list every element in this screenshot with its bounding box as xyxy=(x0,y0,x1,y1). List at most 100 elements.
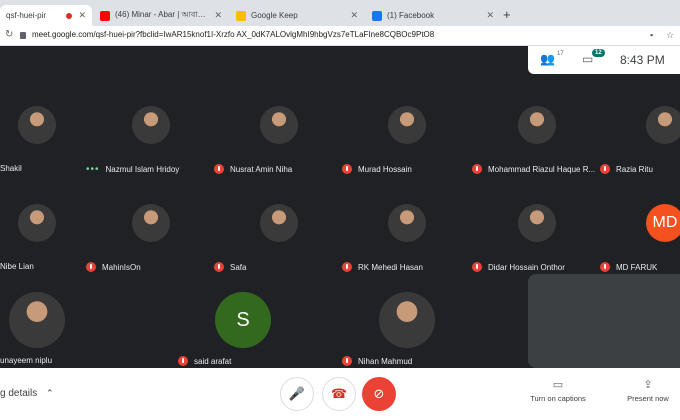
participant-tile[interactable]: Nusrat Amin Niha xyxy=(214,104,344,190)
present-now-button[interactable]: ⇪ Present now xyxy=(618,378,678,403)
tab-facebook[interactable]: (1) Facebook ✕ xyxy=(366,5,500,26)
participant-name-label: MD FARUK xyxy=(600,262,657,272)
tab-title: (1) Facebook xyxy=(387,11,435,20)
participant-name-label: unayeem niplu xyxy=(0,356,52,365)
bookmark-star-icon[interactable]: ☆ xyxy=(666,30,674,41)
participant-name-label: Razia Ritu xyxy=(600,164,653,174)
participant-name-label: Mohammad Riazul Haque R... xyxy=(472,164,595,174)
participant-tile[interactable]: MahinIsOn xyxy=(86,202,216,288)
participant-name: said arafat xyxy=(194,356,232,366)
captions-label: Turn on captions xyxy=(530,394,586,403)
participant-tile[interactable]: Mohammad Riazul Haque R... xyxy=(472,104,602,190)
participant-tile[interactable]: ••• Nazmul Islam Hridoy xyxy=(86,104,216,190)
participant-avatar xyxy=(388,106,426,144)
close-tab-icon[interactable]: ✕ xyxy=(78,10,86,21)
participant-avatar xyxy=(388,204,426,242)
participant-tile[interactable]: Ssaid arafat xyxy=(178,292,308,378)
participant-tile[interactable]: Razia Ritu xyxy=(600,104,680,190)
participant-name: Didar Hossain Onthor xyxy=(488,262,565,272)
microphone-button[interactable]: 🎤 xyxy=(280,377,314,411)
microphone-icon: 🎤 xyxy=(288,386,306,401)
tab-title: (46) Minar - Abar | আবার | New ! xyxy=(115,10,208,19)
participant-name: Razia Ritu xyxy=(616,164,653,174)
participant-initial-avatar: S xyxy=(215,292,271,348)
google-keep-icon xyxy=(236,10,246,21)
participant-name: Nibe Lian xyxy=(0,262,34,271)
reload-icon[interactable]: ↻ xyxy=(5,29,13,40)
close-tab-icon[interactable]: ✕ xyxy=(214,10,222,21)
url-field[interactable]: meet.google.com/qsf-huei-pir?fbclid=IwAR… xyxy=(32,30,632,39)
participant-name-label: Nusrat Amin Niha xyxy=(214,164,292,174)
self-view-tile xyxy=(528,274,680,368)
close-tab-icon[interactable]: ✕ xyxy=(350,10,358,21)
participant-tile[interactable]: unayeem niplu xyxy=(0,292,102,378)
tab-google-keep[interactable]: Google Keep ✕ xyxy=(230,5,364,26)
participant-avatar xyxy=(18,204,56,242)
tab-title: qsf-huei-pir xyxy=(6,11,47,20)
participant-tile[interactable]: Safa xyxy=(214,202,344,288)
participant-initial-avatar: MD xyxy=(646,204,680,242)
chat-count-badge: 12 xyxy=(592,49,605,57)
people-icon[interactable]: 👥 xyxy=(540,52,555,66)
camera-button[interactable]: ⊘ xyxy=(362,377,396,411)
mic-off-icon xyxy=(472,262,482,272)
participant-avatar xyxy=(379,292,435,348)
participant-name-label: Nibe Lian xyxy=(0,262,34,271)
participant-tile[interactable]: Nihan Mahmud xyxy=(342,292,472,378)
mic-off-icon xyxy=(342,356,352,366)
mic-off-icon xyxy=(214,164,224,174)
tab-title: Google Keep xyxy=(251,11,298,20)
participant-name-label: ••• Nazmul Islam Hridoy xyxy=(86,164,179,175)
browser-tab-strip: qsf-huei-pir ✕ (46) Minar - Abar | আবার … xyxy=(0,0,680,26)
mic-off-icon xyxy=(342,262,352,272)
close-tab-icon[interactable]: ✕ xyxy=(486,10,494,21)
participant-avatar xyxy=(518,106,556,144)
leave-call-button[interactable]: ☎ xyxy=(322,377,356,411)
participant-name: MahinIsOn xyxy=(102,262,141,272)
participant-name: RK Mehedi Hasan xyxy=(358,262,423,272)
participant-avatar xyxy=(260,204,298,242)
participant-avatar xyxy=(9,292,65,348)
mic-off-icon xyxy=(214,262,224,272)
present-screen-icon: ⇪ xyxy=(643,379,653,391)
people-count: 17 xyxy=(557,51,564,57)
participant-tile[interactable]: Murad Hossain xyxy=(342,104,472,190)
participant-name-label: MahinIsOn xyxy=(86,262,141,272)
mic-off-icon xyxy=(472,164,482,174)
participant-avatar xyxy=(518,204,556,242)
participant-avatar xyxy=(132,204,170,242)
participant-tile[interactable]: RK Mehedi Hasan xyxy=(342,202,472,288)
participant-name: unayeem niplu xyxy=(0,356,53,365)
tab-youtube[interactable]: (46) Minar - Abar | আবার | New ! ✕ xyxy=(94,5,228,26)
participant-name-label: RK Mehedi Hasan xyxy=(342,262,423,272)
meeting-clock: 8:43 PM xyxy=(620,53,665,67)
captions-button[interactable]: ▭ Turn on captions xyxy=(526,378,590,403)
phone-hangup-icon: ☎ xyxy=(330,386,348,401)
mic-off-icon xyxy=(600,164,610,174)
participant-name-label: Murad Hossain xyxy=(342,164,412,174)
youtube-icon xyxy=(100,10,110,21)
camera-blocked-icon[interactable]: ▪ xyxy=(650,30,653,40)
screen: qsf-huei-pir ✕ (46) Minar - Abar | আবার … xyxy=(0,0,680,420)
meeting-details-button[interactable]: g details ⌃ xyxy=(0,388,54,399)
mic-off-icon xyxy=(342,164,352,174)
participant-name: Safa xyxy=(230,262,247,272)
new-tab-icon[interactable]: + xyxy=(503,7,511,22)
mic-off-icon xyxy=(600,262,610,272)
bottom-control-bar: g details ⌃ 🎤 ☎ ⊘ ▭ Turn on captions ⇪ P… xyxy=(0,368,680,420)
meeting-top-bar: 👥 17 ▭ 12 8:43 PM xyxy=(528,46,680,74)
tab-meet[interactable]: qsf-huei-pir ✕ xyxy=(0,5,92,26)
participant-name-label: said arafat xyxy=(178,356,231,366)
participant-name: Mohammad Riazul Haque R... xyxy=(488,164,596,174)
recording-dot-icon xyxy=(66,12,73,19)
speaking-indicator-icon: ••• xyxy=(86,164,100,175)
present-now-label: Present now xyxy=(627,394,669,403)
lock-icon[interactable] xyxy=(20,32,26,39)
camera-off-icon: ⊘ xyxy=(373,386,385,401)
captions-icon: ▭ xyxy=(552,379,564,391)
chevron-up-icon: ⌃ xyxy=(46,388,54,398)
mic-off-icon xyxy=(86,262,96,272)
participant-name: Shakil xyxy=(0,164,22,173)
participant-name: Nusrat Amin Niha xyxy=(230,164,293,174)
meeting-area: 👥 17 ▭ 12 8:43 PM Shakil ••• Nazmul Islam … xyxy=(0,46,680,420)
